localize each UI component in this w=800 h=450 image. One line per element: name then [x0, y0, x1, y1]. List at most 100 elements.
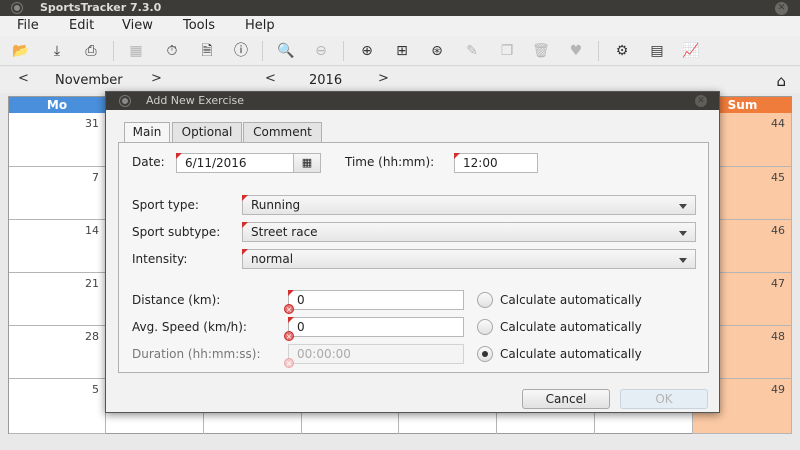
day-number: 7	[92, 171, 99, 184]
calendar-day-cell[interactable]: 5	[9, 379, 106, 434]
save-icon[interactable]: ⤓	[48, 42, 66, 60]
window-close-icon[interactable]: ✕	[775, 2, 788, 15]
zoom-out-icon[interactable]: ⊖	[312, 42, 330, 60]
menu-edit[interactable]: Edit	[69, 18, 94, 33]
dialog-close-icon[interactable]: ✕	[695, 95, 707, 107]
date-picker-button[interactable]: ▦	[293, 153, 321, 173]
edit-icon[interactable]: ✎	[463, 42, 481, 60]
tab-comment[interactable]: Comment	[243, 122, 322, 142]
cancel-button[interactable]: Cancel	[522, 389, 610, 409]
prev-month-button[interactable]: <	[18, 71, 29, 86]
day-number: 14	[85, 224, 99, 237]
home-icon[interactable]: ⌂	[776, 72, 786, 90]
sport-subtype-value: Street race	[251, 225, 318, 239]
distance-field[interactable]: 0	[288, 290, 464, 310]
add-note-icon[interactable]: ⊞	[393, 42, 411, 60]
error-icon: ×	[284, 358, 294, 368]
date-value: 6/11/2016	[185, 156, 247, 170]
required-marker	[242, 249, 248, 255]
calendar-day-cell[interactable]: 21	[9, 273, 106, 326]
time-label: Time (hh:mm):	[345, 155, 435, 169]
year-label: 2016	[309, 73, 343, 88]
calendar-day-cell[interactable]: 31	[9, 113, 106, 167]
add-exercise-dialog: Add New Exercise ✕ Main Optional Comment…	[105, 91, 720, 413]
menu-view[interactable]: View	[122, 18, 153, 33]
error-icon: ×	[284, 331, 294, 341]
date-label: Date:	[132, 155, 165, 169]
calendar-icon: ▦	[301, 156, 313, 169]
tab-main[interactable]: Main	[124, 122, 170, 143]
error-icon: ×	[284, 304, 294, 314]
intensity-select[interactable]: normal	[242, 249, 696, 269]
duration-field[interactable]: 00:00:00	[288, 344, 464, 364]
dialog-title: Add New Exercise	[146, 94, 245, 107]
tab-optional[interactable]: Optional	[172, 122, 242, 142]
speed-label: Avg. Speed (km/h):	[132, 320, 247, 334]
menubar: File Edit View Tools Help	[0, 16, 800, 36]
info-icon[interactable]: ⓘ	[232, 42, 250, 60]
window-title: SportsTracker 7.3.0	[40, 1, 162, 14]
speed-field[interactable]: 0	[288, 317, 464, 337]
dialog-titlebar: Add New Exercise ✕	[106, 92, 719, 110]
duration-calc-auto-radio[interactable]	[477, 346, 493, 362]
add-exercise-icon[interactable]: ⊕	[358, 42, 376, 60]
menu-tools[interactable]: Tools	[183, 18, 215, 33]
calendar-day-cell[interactable]	[399, 413, 497, 434]
menu-help[interactable]: Help	[245, 18, 275, 33]
speed-value: 0	[297, 320, 305, 334]
stopwatch-icon[interactable]: ⏱	[163, 42, 181, 60]
calendar-day-cell[interactable]	[302, 413, 399, 434]
distance-calc-auto-label[interactable]: Calculate automatically	[500, 293, 642, 307]
duration-calc-auto-label[interactable]: Calculate automatically	[500, 347, 642, 361]
speed-calc-auto-radio[interactable]	[477, 319, 493, 335]
day-number: 31	[85, 117, 99, 130]
required-marker	[242, 195, 248, 201]
calendar-day-cell[interactable]: 7	[9, 167, 106, 220]
copy-icon[interactable]: ❐	[498, 42, 516, 60]
speed-calc-auto-label[interactable]: Calculate automatically	[500, 320, 642, 334]
ok-button[interactable]: OK	[620, 389, 708, 409]
day-number: 28	[85, 330, 99, 343]
next-year-button[interactable]: >	[378, 71, 389, 86]
folder-open-icon[interactable]: 📂	[12, 42, 30, 60]
dialog-app-icon	[120, 96, 130, 106]
settings-icon[interactable]: ⚙	[613, 42, 631, 60]
calendar-day-cell[interactable]: 14	[9, 220, 106, 273]
calendar-icon[interactable]: ▦	[127, 42, 145, 60]
calendar-day-cell[interactable]	[497, 413, 595, 434]
toolbar: 📂 ⤓ ⎙ ▦ ⏱ 🗎 ⓘ 🔍 ⊖ ⊕ ⊞ ⊛ ✎ ❐ 🗑 ♥ ⚙ ▤ 📈	[0, 36, 800, 66]
next-month-button[interactable]: >	[151, 71, 162, 86]
intensity-value: normal	[251, 252, 294, 266]
calendar-day-cell[interactable]: 28	[9, 326, 106, 379]
heart-rate-icon[interactable]: ♥	[567, 42, 585, 60]
zoom-in-icon[interactable]: 🔍	[277, 42, 295, 60]
calendar-day-cell[interactable]	[106, 413, 204, 434]
statistics-icon[interactable]: ▤	[648, 42, 666, 60]
add-weight-icon[interactable]: ⊛	[428, 42, 446, 60]
distance-calc-auto-radio[interactable]	[477, 292, 493, 308]
calendar-day-cell[interactable]	[595, 413, 693, 434]
intensity-label: Intensity:	[132, 252, 188, 266]
sport-type-label: Sport type:	[132, 198, 199, 212]
delete-icon[interactable]: 🗑	[532, 42, 550, 60]
day-number: 5	[92, 383, 99, 396]
date-navigation: < November > < 2016 > ⌂	[0, 67, 800, 93]
print-icon[interactable]: ⎙	[82, 42, 100, 60]
document-icon[interactable]: 🗎	[198, 42, 216, 60]
sport-subtype-select[interactable]: Street race	[242, 222, 696, 242]
main-tab-panel: Date: 6/11/2016 ▦ Time (hh:mm): 12:00 Sp…	[118, 142, 709, 373]
prev-year-button[interactable]: <	[265, 71, 276, 86]
required-marker	[288, 317, 294, 323]
distance-label: Distance (km):	[132, 293, 221, 307]
week-number: 47	[771, 277, 785, 290]
day-number: 21	[85, 277, 99, 290]
sport-type-select[interactable]: Running	[242, 195, 696, 215]
day-header-monday: Mo	[9, 97, 105, 113]
menu-file[interactable]: File	[17, 18, 39, 33]
week-number: 44	[771, 117, 785, 130]
calendar-day-cell[interactable]	[204, 413, 302, 434]
time-field[interactable]: 12:00	[454, 153, 538, 173]
date-field[interactable]: 6/11/2016	[176, 153, 294, 173]
week-number: 48	[771, 330, 785, 343]
chart-icon[interactable]: 📈	[682, 42, 700, 60]
